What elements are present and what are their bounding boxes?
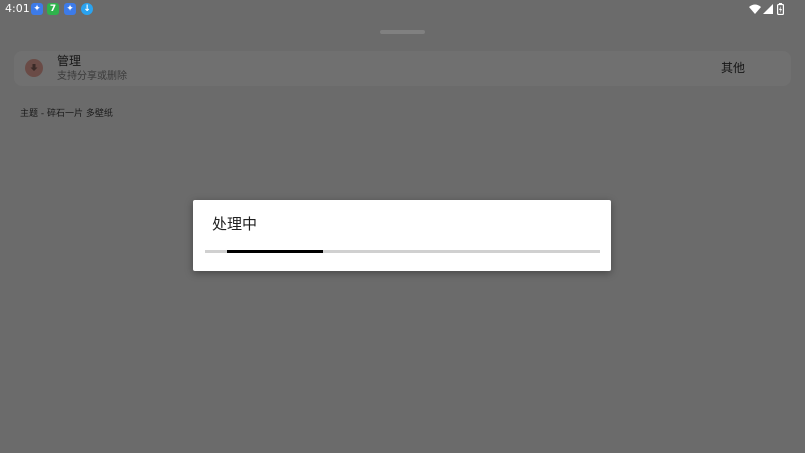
seven-app-icon: 7 [47,3,59,15]
processing-dialog: 处理中 [193,200,611,271]
battery-icon [777,3,784,15]
bird-app-icon-2: ✦ [64,3,76,15]
system-icons [749,3,787,15]
other-button[interactable]: 其他 [721,61,745,76]
row-title: 管理 [57,54,82,68]
wifi-icon [749,4,761,14]
drag-handle[interactable] [380,30,425,34]
cell-signal-icon [763,4,773,14]
row-subtitle: 支持分享或删除 [57,71,127,82]
progress-indicator [226,250,324,253]
theme-caption: 主题 - 碎石一片 多壁纸 [20,109,113,119]
download-app-icon: ↓ [81,3,93,15]
progress-track [205,250,600,253]
manage-settings-row[interactable]: 管理 支持分享或删除 其他 [14,51,791,86]
screen: 4:01 ✦ 7 ✦ ↓ 管理 支持分享或删除 其他 主题 - 碎石一片 多壁纸… [0,0,805,453]
bird-app-icon: ✦ [31,3,43,15]
download-icon [25,59,43,77]
dialog-title: 处理中 [212,215,258,233]
status-bar: 4:01 ✦ 7 ✦ ↓ [0,0,805,20]
status-time: 4:01 [5,2,30,15]
